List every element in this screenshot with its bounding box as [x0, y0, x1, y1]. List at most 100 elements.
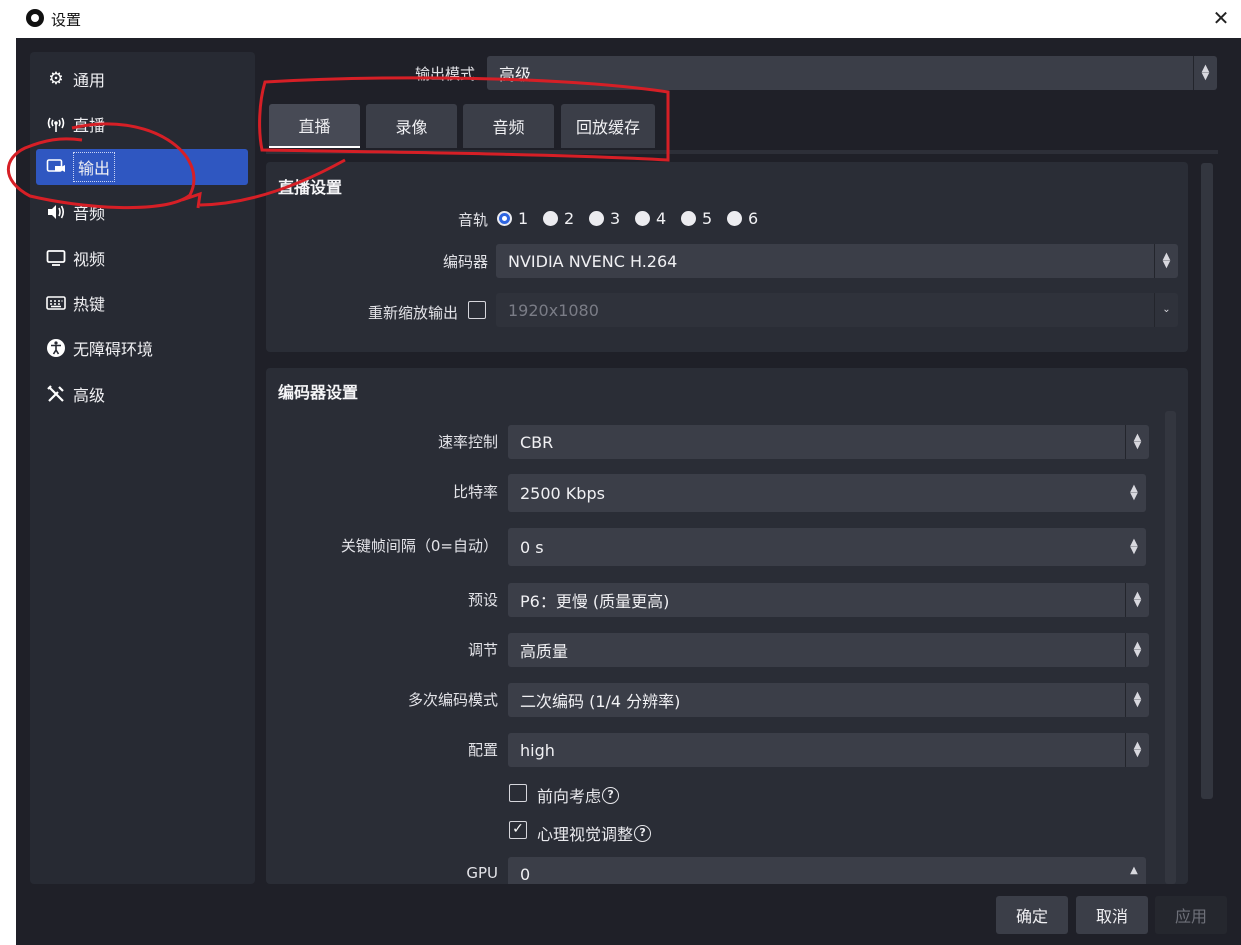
track-number: 2 — [564, 209, 575, 228]
tuning-label: 调节 — [467, 641, 498, 659]
sidebar-item-hotkeys[interactable]: 热键 — [36, 285, 248, 321]
antenna-icon — [46, 114, 66, 134]
sidebar-item-advanced[interactable]: 高级 — [36, 376, 248, 412]
spin-arrows-icon[interactable]: ▲ — [1122, 857, 1146, 884]
ok-button[interactable]: 确定 — [996, 896, 1068, 934]
psycho-visual-text: 心理视觉调整 — [537, 825, 634, 844]
radio-dot — [727, 211, 742, 226]
sidebar: ⚙ 通用 直播 输出 音频 视频 热键 无障碍环境 高级 — [30, 52, 255, 884]
track-radio-6[interactable]: 6 — [727, 209, 758, 228]
stream-settings-title: 直播设置 — [278, 178, 343, 197]
tools-icon — [46, 384, 66, 404]
keyboard-icon — [46, 293, 66, 313]
tuning-select[interactable]: 高质量 ▲ ▼ — [508, 633, 1149, 667]
multipass-select[interactable]: 二次编码 (1/4 分辨率) ▲ ▼ — [508, 683, 1149, 717]
title-bar: 设置 ✕ — [0, 0, 1241, 38]
lookahead-label: 前向考虑 ? — [537, 783, 620, 807]
tab-audio[interactable]: 音频 — [463, 104, 554, 148]
output-icon — [46, 157, 66, 177]
gpu-label: GPU — [466, 864, 498, 882]
chevron-updown-icon: ▲ ▼ — [1125, 633, 1149, 667]
gpu-spinbox[interactable]: 0 ▲ — [508, 857, 1146, 884]
psycho-visual-checkbox[interactable]: ✓ — [509, 821, 527, 839]
encoder-value: NVIDIA NVENC H.264 — [508, 251, 678, 271]
cancel-button[interactable]: 取消 — [1076, 896, 1148, 934]
rescale-output-checkbox[interactable] — [468, 301, 486, 319]
sidebar-item-audio[interactable]: 音频 — [36, 194, 248, 230]
tab-recording[interactable]: 录像 — [366, 104, 457, 148]
chevron-updown-icon: ▲ ▼ — [1154, 244, 1178, 278]
sidebar-item-label: 直播 — [73, 116, 106, 135]
tab-stream[interactable]: 直播 — [269, 104, 360, 148]
sidebar-item-stream[interactable]: 直播 — [36, 106, 248, 142]
sidebar-item-label: 音频 — [73, 204, 106, 223]
sidebar-item-label: 热键 — [73, 295, 106, 314]
rescale-resolution-select[interactable]: 1920x1080 ⌄ — [496, 293, 1178, 327]
outer-scrollbar[interactable] — [1201, 163, 1213, 799]
profile-label: 配置 — [467, 741, 498, 759]
tab-divider — [266, 150, 1218, 154]
bitrate-label: 比特率 — [452, 483, 498, 501]
sidebar-item-label: 无障碍环境 — [73, 340, 154, 359]
lookahead-text: 前向考虑 — [537, 787, 602, 806]
track-number: 5 — [702, 209, 713, 228]
sidebar-item-label: 通用 — [73, 71, 106, 90]
chevron-updown-icon: ▲ ▼ — [1125, 683, 1149, 717]
bitrate-spinbox[interactable]: 2500 Kbps ▲ ▼ — [508, 474, 1146, 512]
sidebar-item-video[interactable]: 视频 — [36, 240, 248, 276]
rate-control-select[interactable]: CBR ▲ ▼ — [508, 425, 1149, 459]
encoder-label: 编码器 — [442, 253, 488, 271]
multipass-value: 二次编码 (1/4 分辨率) — [520, 692, 681, 711]
profile-value: high — [520, 740, 555, 760]
spin-arrows-icon[interactable]: ▲ ▼ — [1122, 474, 1146, 512]
sidebar-item-accessibility[interactable]: 无障碍环境 — [36, 330, 248, 366]
multipass-label: 多次编码模式 — [407, 691, 498, 709]
track-radio-5[interactable]: 5 — [681, 209, 712, 228]
tuning-value: 高质量 — [520, 642, 569, 661]
chevron-down-icon: ⌄ — [1154, 293, 1178, 327]
rescale-resolution-value: 1920x1080 — [508, 300, 599, 320]
obs-logo-icon — [26, 9, 44, 27]
keyframe-interval-label: 关键帧间隔（0=自动） — [340, 537, 498, 555]
chevron-updown-icon: ▲ ▼ — [1125, 583, 1149, 617]
window-title: 设置 — [51, 11, 82, 29]
output-mode-select[interactable]: 高级 ▲ ▼ — [487, 56, 1217, 90]
spin-arrows-icon[interactable]: ▲ ▼ — [1122, 528, 1146, 566]
rate-control-value: CBR — [520, 432, 554, 452]
track-radio-3[interactable]: 3 — [589, 209, 620, 228]
chevron-updown-icon: ▲ ▼ — [1125, 425, 1149, 459]
apply-button[interactable]: 应用 — [1155, 896, 1227, 934]
encoder-select[interactable]: NVIDIA NVENC H.264 ▲ ▼ — [496, 244, 1178, 278]
sidebar-item-general[interactable]: ⚙ 通用 — [36, 61, 248, 97]
track-radio-4[interactable]: 4 — [635, 209, 666, 228]
profile-select[interactable]: high ▲ ▼ — [508, 733, 1149, 767]
chevron-updown-icon: ▲ ▼ — [1193, 56, 1217, 90]
output-mode-label: 输出模式 — [414, 65, 475, 83]
keyframe-interval-spinbox[interactable]: 0 s ▲ ▼ — [508, 528, 1146, 566]
radio-dot — [497, 211, 512, 226]
radio-dot — [589, 211, 604, 226]
track-radio-2[interactable]: 2 — [543, 209, 574, 228]
gpu-value: 0 — [520, 865, 531, 884]
track-number: 4 — [656, 209, 667, 228]
gear-icon: ⚙ — [48, 69, 64, 89]
speaker-icon — [46, 202, 66, 222]
help-icon[interactable]: ? — [602, 786, 620, 804]
keyframe-interval-value: 0 s — [520, 537, 544, 557]
track-radio-1[interactable]: 1 — [497, 209, 528, 228]
track-number: 3 — [610, 209, 621, 228]
help-icon[interactable]: ? — [634, 824, 652, 842]
sidebar-item-output[interactable]: 输出 — [36, 149, 248, 185]
lookahead-checkbox[interactable] — [509, 784, 527, 802]
close-icon[interactable]: ✕ — [1208, 4, 1234, 32]
tab-replay-buffer[interactable]: 回放缓存 — [561, 104, 655, 148]
rescale-output-label: 重新缩放输出 — [367, 304, 458, 322]
track-number: 1 — [518, 209, 529, 228]
radio-dot — [635, 211, 650, 226]
sidebar-item-label: 输出 — [73, 152, 116, 182]
rate-control-label: 速率控制 — [437, 433, 498, 451]
radio-dot — [681, 211, 696, 226]
preset-select[interactable]: P6：更慢 (质量更高) ▲ ▼ — [508, 583, 1149, 617]
preset-value: P6：更慢 (质量更高) — [520, 592, 670, 611]
inner-scrollbar[interactable] — [1165, 411, 1176, 884]
